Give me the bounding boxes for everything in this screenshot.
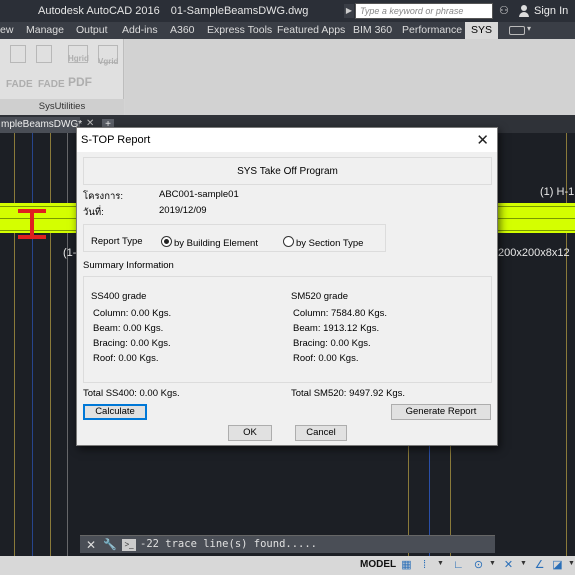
ss400-beam: Beam: 0.00 Kgs. xyxy=(93,323,164,334)
dialog-title-bar: S-TOP Report ✕ xyxy=(77,128,497,152)
panel-label: SysUtilities xyxy=(0,99,124,115)
close-icon[interactable]: ✕ xyxy=(86,538,96,552)
grid-line xyxy=(50,133,51,556)
ortho-icon[interactable]: ∟ xyxy=(452,559,465,572)
project-label: โครงการ: xyxy=(83,191,124,202)
document-tab[interactable]: mpleBeamsDWG* xyxy=(0,117,82,133)
chevron-down-icon[interactable]: ▾ xyxy=(527,24,531,33)
tab-add-ins[interactable]: Add-ins xyxy=(118,22,162,39)
chevron-down-icon[interactable]: ▼ xyxy=(437,560,444,567)
model-space-button[interactable]: MODEL xyxy=(360,559,396,570)
ok-button[interactable]: OK xyxy=(228,425,272,441)
pdf-button[interactable]: PDF xyxy=(68,75,92,89)
user-icon[interactable] xyxy=(518,4,530,18)
command-output: -22 trace line(s) found..... xyxy=(140,538,318,550)
object-snap-icon[interactable]: ✕ xyxy=(502,559,515,572)
sm520-column: Column: 7584.80 Kgs. xyxy=(293,308,388,319)
fade-button-1[interactable]: FADE xyxy=(6,79,33,90)
polar-icon[interactable]: ⊙ xyxy=(472,559,485,572)
radio-by-building-element[interactable] xyxy=(161,236,172,247)
chevron-down-icon[interactable]: ▼ xyxy=(489,560,496,567)
lineweight-icon[interactable]: ∠ xyxy=(533,559,546,572)
chevron-down-icon[interactable]: ▼ xyxy=(568,560,575,567)
i-beam-section-icon xyxy=(18,209,46,239)
ribbon-empty-area xyxy=(125,39,575,115)
project-value: ABC001-sample01 xyxy=(159,189,239,200)
sm520-grade: SM520 grade xyxy=(291,291,349,302)
window-title: Autodesk AutoCAD 2016 01-SampleBeamsDWG.… xyxy=(38,5,316,17)
file-name: 01-SampleBeamsDWG.dwg xyxy=(170,5,309,17)
sign-in-link[interactable]: Sign In xyxy=(534,5,568,17)
vgrid-button[interactable]: Vgrid xyxy=(98,57,118,66)
sm520-bracing: Bracing: 0.00 Kgs. xyxy=(293,338,371,349)
tab-sys[interactable]: SYS xyxy=(465,22,499,39)
dialog-title: S-TOP Report xyxy=(81,134,151,146)
tab-output[interactable]: Output xyxy=(72,22,112,39)
tab-performance[interactable]: Performance xyxy=(398,22,466,39)
search-input[interactable]: Type a keyword or phrase xyxy=(355,3,493,19)
command-line[interactable]: ✕ 🔧 >_ -22 trace line(s) found..... xyxy=(80,535,495,553)
cancel-button[interactable]: Cancel xyxy=(295,425,347,441)
command-prompt-icon: >_ xyxy=(122,539,136,551)
ss400-roof: Roof: 0.00 Kgs. xyxy=(93,353,159,364)
section-size: 200x200x8x12 xyxy=(498,247,570,259)
fade-icon[interactable] xyxy=(36,45,52,63)
s-top-report-dialog: S-TOP Report ✕ SYS Take Off Program โครง… xyxy=(76,127,498,446)
tab-view[interactable]: ew xyxy=(0,22,17,39)
chevron-down-icon[interactable]: ▼ xyxy=(520,560,527,567)
column-line xyxy=(32,133,33,556)
radio-by-section-type[interactable] xyxy=(283,236,294,247)
app-name: Autodesk AutoCAD 2016 xyxy=(38,5,160,17)
ribbon-panel: Hgrid Vgrid FADE FADE PDF SysUtilities xyxy=(0,39,575,115)
grid-line xyxy=(14,133,15,556)
sm520-beam: Beam: 1913.12 Kgs. xyxy=(293,323,380,334)
ss400-bracing: Bracing: 0.00 Kgs. xyxy=(93,338,171,349)
section-label: (1) H-1 xyxy=(540,186,575,198)
date-label: วันที่: xyxy=(83,207,104,218)
ribbon-tabs: ew Manage Output Add-ins A360 Express To… xyxy=(0,22,575,39)
date-value: 2019/12/09 xyxy=(159,205,207,216)
snap-icon[interactable]: ⁞ xyxy=(418,559,431,572)
calculate-button[interactable]: Calculate xyxy=(83,404,147,420)
wrench-icon[interactable]: 🔧 xyxy=(103,538,117,551)
grid-line xyxy=(67,133,68,556)
title-bar: Autodesk AutoCAD 2016 01-SampleBeamsDWG.… xyxy=(0,0,575,22)
transparency-icon[interactable]: ◪ xyxy=(551,559,564,572)
fade-button-2[interactable]: FADE xyxy=(38,79,65,90)
tab-bim360[interactable]: BIM 360 xyxy=(349,22,396,39)
hgrid-button[interactable]: Hgrid xyxy=(68,54,89,63)
fade-icon[interactable] xyxy=(10,45,26,63)
report-type-label: Report Type xyxy=(91,236,143,247)
left-label: (1- xyxy=(63,247,77,259)
sm520-roof: Roof: 0.00 Kgs. xyxy=(293,353,359,364)
close-icon[interactable]: ✕ xyxy=(476,131,489,149)
ss400-grade: SS400 grade xyxy=(91,291,147,302)
ss400-column: Column: 0.00 Kgs. xyxy=(93,308,172,319)
search-expand-icon[interactable]: ▶ xyxy=(344,4,354,18)
sys-utilities-panel: Hgrid Vgrid FADE FADE PDF SysUtilities xyxy=(0,39,124,115)
status-bar: MODEL ▦ ⁞ ▼ ∟ ⊙ ▼ ✕ ▼ ∠ ◪ ▼ xyxy=(0,556,575,575)
program-header: SYS Take Off Program xyxy=(83,157,492,185)
tab-featured-apps[interactable]: Featured Apps xyxy=(273,22,349,39)
total-sm520: Total SM520: 9497.92 Kgs. xyxy=(291,388,406,399)
ribbon-toggle-icon[interactable] xyxy=(509,26,525,35)
total-ss400: Total SS400: 0.00 Kgs. xyxy=(83,388,180,399)
grid-icon[interactable]: ▦ xyxy=(400,559,413,572)
summary-label: Summary Information xyxy=(83,260,174,271)
tab-a360[interactable]: A360 xyxy=(166,22,199,39)
generate-report-button[interactable]: Generate Report xyxy=(391,404,491,420)
tab-manage[interactable]: Manage xyxy=(22,22,68,39)
binoculars-icon[interactable]: ⚇ xyxy=(499,4,513,18)
radio-label-section[interactable]: by Section Type xyxy=(296,238,363,249)
tab-express-tools[interactable]: Express Tools xyxy=(203,22,276,39)
radio-label-building[interactable]: by Building Element xyxy=(174,238,258,249)
